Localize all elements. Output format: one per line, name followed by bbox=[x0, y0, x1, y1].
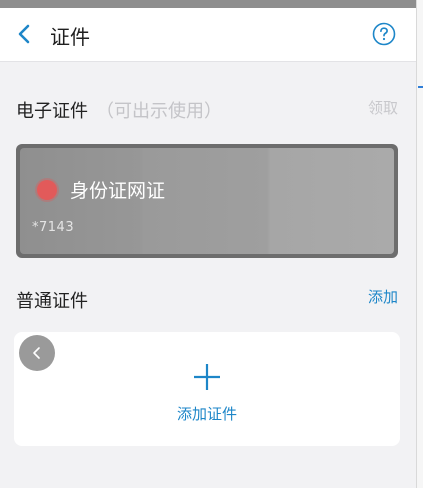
panel-edge-mark bbox=[418, 86, 423, 88]
adjacent-panel-edge bbox=[416, 0, 423, 488]
id-card[interactable]: 身份证网证 *7143 bbox=[16, 144, 398, 258]
chevron-left-icon bbox=[33, 347, 40, 359]
electronic-section-label: 电子证件 bbox=[16, 101, 88, 122]
app-screen: 证件 电子证件 （可出示使用） 领取 身份证网证 *7143 普通证件 添加 添加… bbox=[0, 0, 416, 488]
top-nav-bar: 证件 bbox=[0, 8, 416, 62]
question-circle-icon bbox=[372, 22, 396, 46]
page-title: 证件 bbox=[50, 25, 90, 49]
help-button[interactable] bbox=[372, 22, 396, 46]
regular-section-title: 普通证件 bbox=[16, 291, 88, 312]
electronic-section-title: 电子证件 （可出示使用） bbox=[16, 97, 222, 123]
card-number: *7143 bbox=[32, 220, 75, 235]
chevron-left-icon bbox=[18, 24, 30, 44]
floating-back-button[interactable] bbox=[19, 335, 55, 371]
add-link[interactable]: 添加 bbox=[368, 286, 398, 307]
back-button[interactable] bbox=[10, 20, 38, 48]
status-dot bbox=[37, 180, 57, 200]
plus-icon bbox=[194, 364, 220, 390]
id-card-face: 身份证网证 *7143 bbox=[20, 148, 394, 254]
add-certificate-label[interactable]: 添加证件 bbox=[0, 403, 414, 424]
card-name: 身份证网证 bbox=[70, 180, 166, 202]
claim-link[interactable]: 领取 bbox=[368, 97, 398, 118]
status-bar bbox=[0, 0, 416, 8]
electronic-section-note: （可出示使用） bbox=[96, 101, 222, 122]
